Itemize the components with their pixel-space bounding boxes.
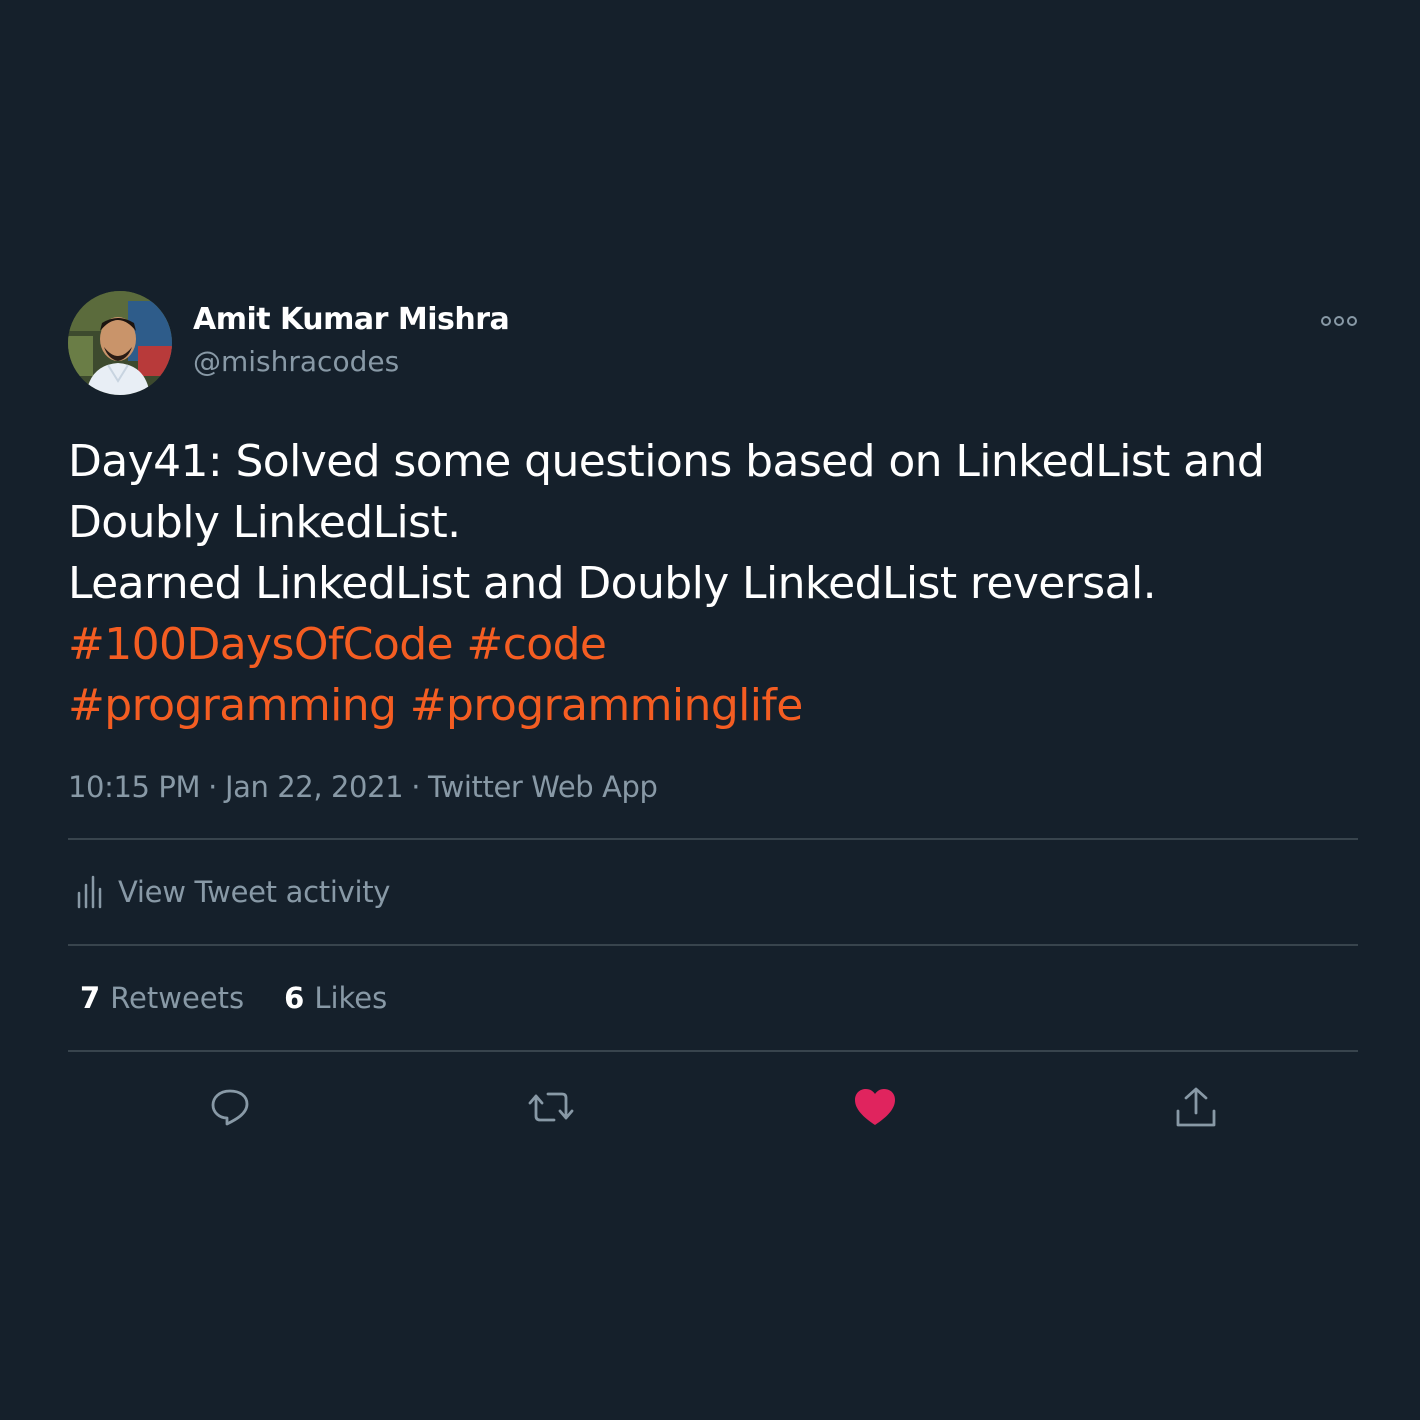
meta-separator: ·	[411, 770, 421, 804]
retweets-stat[interactable]: 7 Retweets	[80, 981, 244, 1015]
hashtag-link[interactable]: #programminglife	[410, 680, 804, 731]
tweet-actions	[68, 1052, 1358, 1158]
tweet-source[interactable]: Twitter Web App	[428, 770, 658, 804]
view-tweet-activity-button[interactable]: View Tweet activity	[68, 840, 1358, 944]
bar-chart-icon	[77, 875, 102, 909]
tweet-meta: 10:15 PM · Jan 22, 2021 · Twitter Web App	[68, 770, 1358, 804]
retweets-label: Retweets	[110, 981, 245, 1015]
share-button[interactable]	[1171, 1082, 1221, 1132]
tweet-text-line: Day41: Solved some questions based on Li…	[68, 436, 1265, 487]
tweet-text: Day41: Solved some questions based on Li…	[68, 431, 1358, 736]
reply-button[interactable]	[205, 1082, 255, 1132]
likes-stat[interactable]: 6 Likes	[284, 981, 387, 1015]
author-handle[interactable]: @mishracodes	[193, 345, 399, 378]
view-tweet-activity-label: View Tweet activity	[118, 875, 391, 909]
avatar-image	[68, 291, 172, 395]
avatar[interactable]	[68, 291, 172, 395]
tweet-date[interactable]: Jan 22, 2021	[225, 770, 404, 804]
likes-label: Likes	[314, 981, 388, 1015]
tweet-stats: 7 Retweets 6 Likes	[68, 946, 1358, 1050]
meta-separator: ·	[208, 770, 217, 804]
hashtag-line: #programming #programminglife	[68, 675, 1358, 736]
retweet-button[interactable]	[526, 1082, 576, 1132]
tweet-card: Amit Kumar Mishra @mishracodes Day41: So…	[68, 291, 1358, 1158]
tweet-text-line: Doubly LinkedList.	[68, 497, 461, 548]
hashtag-link[interactable]: #100DaysOfCode	[68, 619, 454, 670]
hashtag-link[interactable]: #programming	[68, 680, 397, 731]
more-options-button[interactable]	[1320, 311, 1358, 331]
retweets-count: 7	[80, 981, 101, 1015]
tweet-time[interactable]: 10:15 PM	[68, 770, 201, 804]
share-upload-icon	[1176, 1087, 1216, 1127]
tweet-text-line: Learned LinkedList and Doubly LinkedList…	[68, 558, 1157, 609]
more-horizontal-icon	[1321, 316, 1357, 326]
reply-bubble-icon	[211, 1089, 249, 1126]
like-button[interactable]	[850, 1082, 900, 1132]
retweet-icon	[528, 1092, 574, 1122]
heart-filled-icon	[855, 1089, 895, 1125]
likes-count: 6	[284, 981, 305, 1015]
author-name[interactable]: Amit Kumar Mishra	[193, 302, 510, 337]
hashtag-link[interactable]: #code	[466, 619, 607, 670]
tweet-header: Amit Kumar Mishra @mishracodes	[68, 291, 1358, 397]
hashtag-line: #100DaysOfCode #code	[68, 614, 1358, 675]
